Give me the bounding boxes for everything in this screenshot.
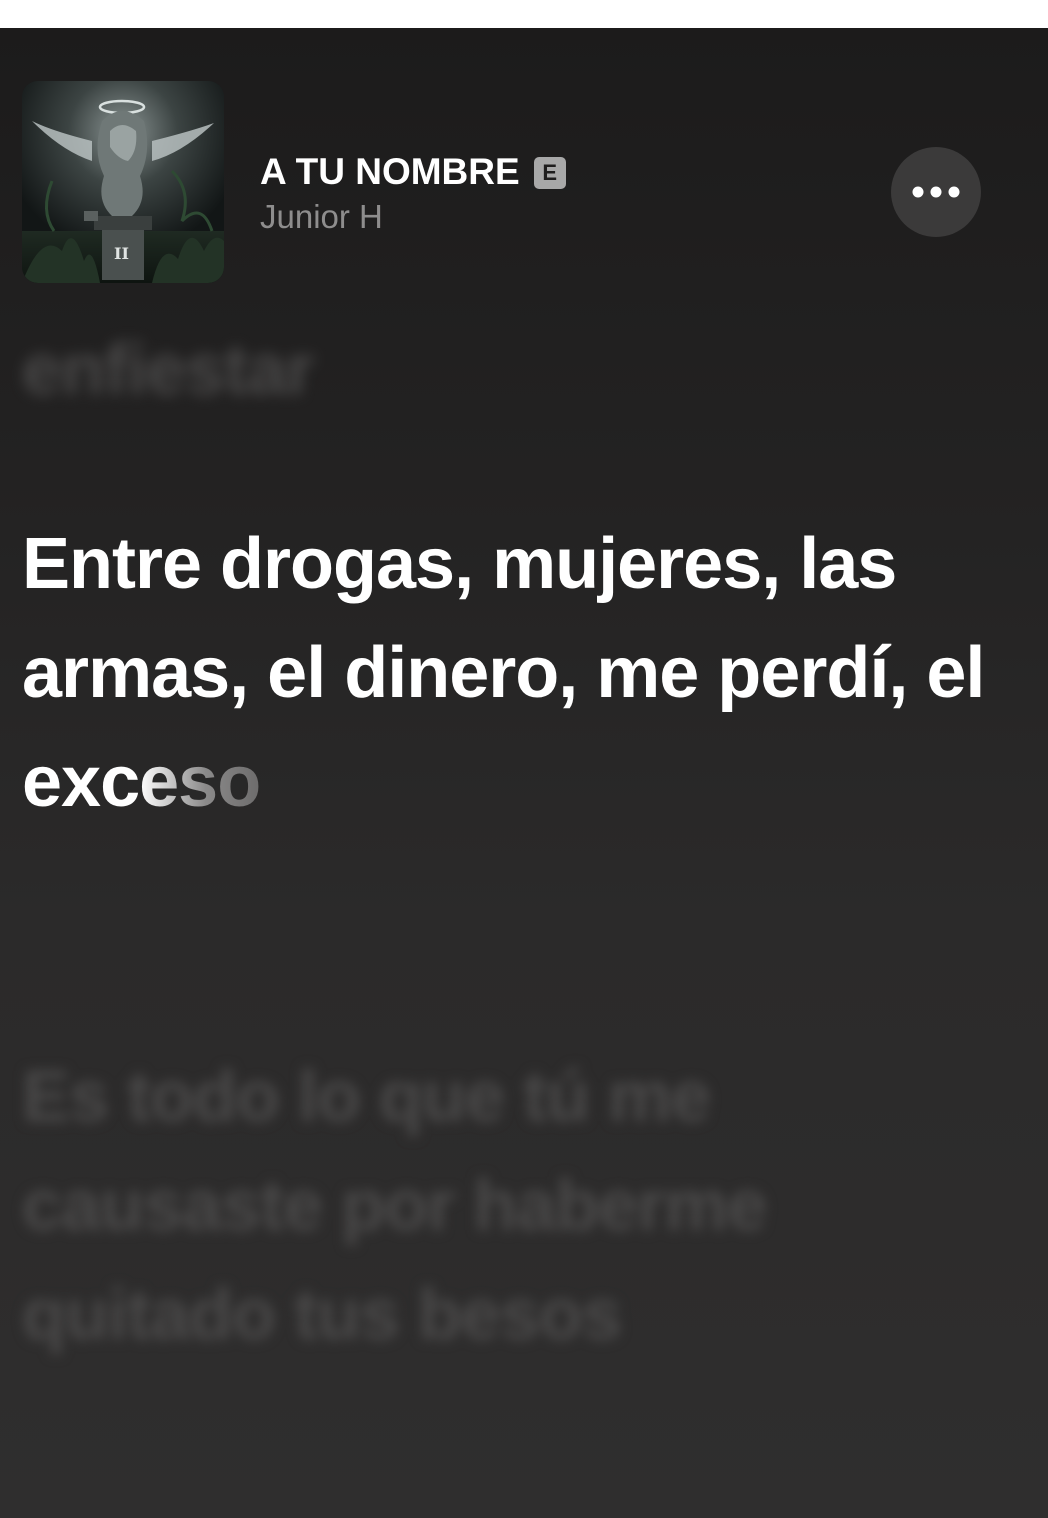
now-playing-header: II A TU NOMBRE E Junior H (0, 28, 1048, 318)
lyric-line-current[interactable]: Entre drogas, mujeres, las armas, el din… (22, 510, 1012, 837)
more-options-button[interactable] (891, 147, 981, 237)
lyric-line-next[interactable]: Es todo lo que tú me causaste por haberm… (22, 1043, 1012, 1370)
album-artwork[interactable]: II (22, 81, 224, 283)
track-title: A TU NOMBRE (260, 151, 520, 192)
status-strip (0, 0, 1048, 28)
ellipsis-icon (912, 186, 960, 198)
track-info[interactable]: A TU NOMBRE E Junior H (260, 148, 566, 236)
artist-name[interactable]: Junior H (260, 198, 566, 236)
lyric-line-previous[interactable]: enfiestar (22, 316, 314, 425)
svg-text:II: II (114, 244, 129, 263)
track-title-row: A TU NOMBRE E (260, 148, 566, 196)
lyrics-screen: II A TU NOMBRE E Junior H enfiestar Entr… (0, 28, 1048, 1518)
lyric-unsung-text: eso (139, 742, 261, 822)
explicit-badge: E (533, 157, 566, 189)
album-art-image: II (22, 81, 224, 283)
